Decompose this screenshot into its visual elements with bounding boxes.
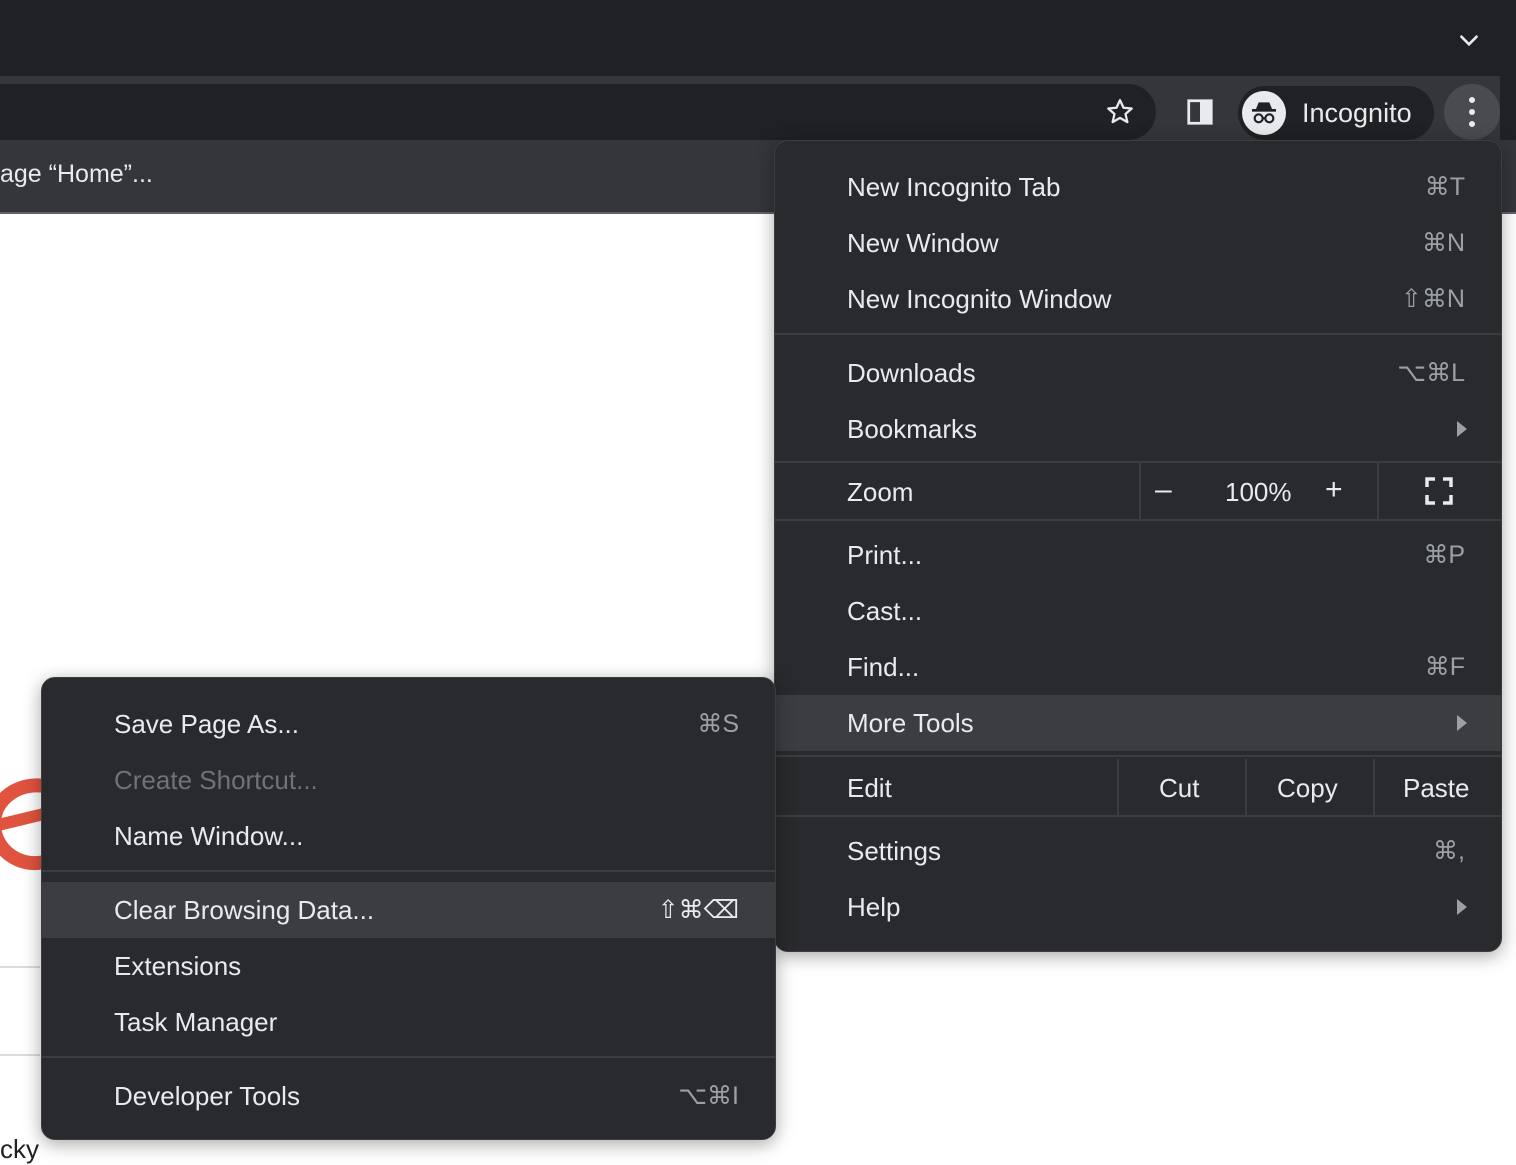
menu-item-developer-tools[interactable]: Developer Tools ⌥⌘I	[42, 1068, 775, 1124]
menu-item-task-manager[interactable]: Task Manager	[42, 994, 775, 1050]
menu-item-label: Bookmarks	[847, 413, 978, 444]
menu-item-label: Help	[847, 891, 901, 922]
bookmark-star-icon[interactable]	[1100, 92, 1140, 132]
menu-item-shortcut: ⌥⌘L	[1397, 359, 1465, 387]
menu-item-new-incognito-window[interactable]: New Incognito Window ⇧⌘N	[775, 271, 1501, 327]
menu-item-cast[interactable]: Cast...	[775, 583, 1501, 639]
zoom-in-button[interactable]: +	[1325, 473, 1343, 507]
menu-item-label: Name Window...	[114, 820, 304, 851]
menu-item-help[interactable]: Help	[775, 879, 1501, 935]
submenu-arrow-icon	[1457, 421, 1467, 437]
menu-item-label: New Incognito Window	[847, 283, 1112, 314]
divider	[0, 1054, 40, 1056]
paste-button[interactable]: Paste	[1403, 773, 1470, 804]
menu-item-label: Find...	[847, 651, 920, 682]
divider	[0, 966, 40, 968]
submenu-arrow-icon	[1457, 715, 1467, 731]
menu-item-label: Extensions	[114, 950, 242, 981]
menu-item-bookmarks[interactable]: Bookmarks	[775, 401, 1501, 457]
menu-item-label: Save Page As...	[114, 708, 300, 739]
menu-separator	[775, 519, 1501, 521]
menu-separator	[775, 755, 1501, 757]
menu-item-name-window[interactable]: Name Window...	[42, 808, 775, 864]
menu-item-shortcut: ⌘,	[1433, 837, 1465, 865]
menu-separator	[42, 1056, 775, 1058]
title-bar	[0, 0, 1516, 76]
submenu-arrow-icon	[1457, 899, 1467, 915]
menu-item-label: Print...	[847, 539, 923, 570]
menu-item-label: Settings	[847, 835, 941, 866]
divider	[1139, 463, 1141, 519]
menu-item-shortcut: ⌘T	[1424, 173, 1465, 201]
menu-item-label: Create Shortcut...	[114, 764, 318, 795]
menu-item-more-tools[interactable]: More Tools	[775, 695, 1501, 751]
menu-item-label: Clear Browsing Data...	[114, 894, 375, 925]
menu-separator	[42, 870, 775, 872]
menu-item-shortcut: ⌘P	[1423, 541, 1465, 569]
menu-separator	[775, 333, 1501, 335]
zoom-row: Zoom – 100% +	[775, 463, 1501, 519]
logo-fragment	[0, 776, 44, 872]
fullscreen-icon[interactable]	[1423, 475, 1455, 507]
chevron-down-icon[interactable]	[1456, 28, 1482, 54]
menu-item-shortcut: ⇧⌘⌫	[657, 896, 739, 924]
menu-item-shortcut: ⌘N	[1421, 229, 1465, 257]
bookmark-item[interactable]: age “Home”...	[0, 160, 153, 189]
zoom-level: 100%	[1225, 477, 1292, 507]
divider	[1373, 759, 1375, 815]
divider	[1245, 759, 1247, 815]
menu-item-shortcut: ⌘F	[1424, 653, 1465, 681]
menu-item-label: Task Manager	[114, 1006, 278, 1037]
menu-item-shortcut: ⌘S	[697, 710, 739, 738]
chrome-main-menu: New Incognito Tab ⌘T New Window ⌘N New I…	[774, 140, 1502, 952]
menu-item-shortcut: ⌥⌘I	[678, 1082, 739, 1110]
menu-item-save-page-as[interactable]: Save Page As... ⌘S	[42, 696, 775, 752]
menu-item-label: Cast...	[847, 595, 923, 626]
edit-row: Edit Cut Copy Paste	[775, 759, 1501, 815]
menu-item-settings[interactable]: Settings ⌘,	[775, 823, 1501, 879]
menu-item-create-shortcut: Create Shortcut...	[42, 752, 775, 808]
edit-label: Edit	[847, 773, 892, 803]
more-tools-submenu: Save Page As... ⌘S Create Shortcut... Na…	[41, 677, 776, 1140]
zoom-out-button[interactable]: –	[1155, 473, 1172, 507]
menu-item-new-window[interactable]: New Window ⌘N	[775, 215, 1501, 271]
menu-item-new-incognito-tab[interactable]: New Incognito Tab ⌘T	[775, 159, 1501, 215]
menu-item-label: Downloads	[847, 357, 976, 388]
menu-item-label: New Incognito Tab	[847, 171, 1061, 202]
menu-item-label: Developer Tools	[114, 1080, 300, 1111]
divider	[1377, 463, 1379, 519]
copy-button[interactable]: Copy	[1277, 773, 1338, 804]
menu-item-label: More Tools	[847, 707, 974, 738]
profile-button[interactable]: Incognito	[1238, 86, 1434, 140]
cut-button[interactable]: Cut	[1159, 773, 1199, 804]
menu-item-label: New Window	[847, 227, 999, 258]
zoom-label: Zoom	[847, 477, 914, 507]
incognito-icon	[1242, 91, 1286, 135]
page-text: cky	[0, 1134, 39, 1164]
address-bar[interactable]	[0, 84, 1156, 140]
menu-item-print[interactable]: Print... ⌘P	[775, 527, 1501, 583]
divider	[1117, 759, 1119, 815]
menu-item-downloads[interactable]: Downloads ⌥⌘L	[775, 345, 1501, 401]
menu-separator	[775, 815, 1501, 817]
kebab-menu-icon[interactable]	[1444, 84, 1500, 140]
menu-item-extensions[interactable]: Extensions	[42, 938, 775, 994]
menu-item-shortcut: ⇧⌘N	[1400, 285, 1465, 313]
profile-label: Incognito	[1302, 97, 1412, 128]
side-panel-icon[interactable]	[1180, 92, 1220, 132]
menu-item-clear-browsing-data[interactable]: Clear Browsing Data... ⇧⌘⌫	[42, 882, 775, 938]
menu-item-find[interactable]: Find... ⌘F	[775, 639, 1501, 695]
